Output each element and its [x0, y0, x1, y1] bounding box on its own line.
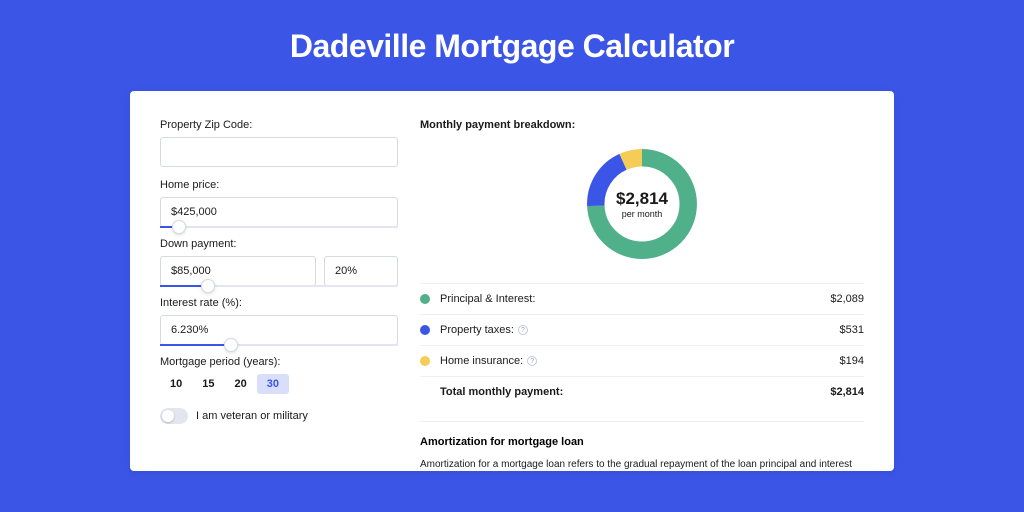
home-price-label: Home price: [160, 179, 398, 191]
period-option-30[interactable]: 30 [257, 374, 289, 394]
mortgage-period-label: Mortgage period (years): [160, 356, 398, 368]
home-price-slider[interactable] [160, 226, 398, 228]
zip-label: Property Zip Code: [160, 119, 398, 131]
legend-dot [420, 294, 430, 304]
amortization-title: Amortization for mortgage loan [420, 436, 864, 448]
zip-input[interactable] [160, 137, 398, 167]
field-down-payment: Down payment: [160, 238, 398, 287]
info-icon[interactable]: ? [527, 356, 537, 366]
breakdown-label: Home insurance: ? [440, 355, 840, 367]
donut-chart: $2,814 per month [581, 143, 703, 265]
breakdown-row-taxes: Property taxes: ? $531 [420, 314, 864, 345]
breakdown-value: $531 [840, 324, 864, 336]
breakdown-value: $2,089 [830, 293, 864, 305]
field-zip: Property Zip Code: [160, 119, 398, 167]
info-icon[interactable]: ? [518, 325, 528, 335]
field-interest-rate: Interest rate (%): [160, 297, 398, 346]
breakdown-row-principal: Principal & Interest: $2,089 [420, 283, 864, 314]
down-payment-label: Down payment: [160, 238, 398, 250]
form-column: Property Zip Code: Home price: Down paym… [160, 119, 398, 471]
down-payment-percent-input[interactable] [324, 256, 398, 286]
amortization-section: Amortization for mortgage loan Amortizat… [420, 421, 864, 471]
field-mortgage-period: Mortgage period (years): 10 15 20 30 [160, 356, 398, 394]
slider-thumb[interactable] [201, 279, 215, 293]
breakdown-total-value: $2,814 [830, 386, 864, 398]
breakdown-title: Monthly payment breakdown: [420, 119, 864, 131]
breakdown-total-label: Total monthly payment: [440, 386, 830, 398]
breakdown-value: $194 [840, 355, 864, 367]
page-title: Dadeville Mortgage Calculator [0, 0, 1024, 91]
period-option-20[interactable]: 20 [225, 374, 257, 394]
breakdown-row-insurance: Home insurance: ? $194 [420, 345, 864, 376]
veteran-label: I am veteran or military [196, 410, 308, 422]
calculator-card: Property Zip Code: Home price: Down paym… [130, 91, 894, 471]
interest-rate-slider[interactable] [160, 344, 398, 346]
down-payment-amount-input[interactable] [160, 256, 316, 286]
legend-dot [420, 325, 430, 335]
interest-rate-input[interactable] [160, 315, 398, 345]
mortgage-period-options: 10 15 20 30 [160, 374, 398, 394]
interest-rate-label: Interest rate (%): [160, 297, 398, 309]
legend-dot [420, 356, 430, 366]
down-payment-slider[interactable] [160, 285, 398, 287]
results-column: Monthly payment breakdown: $2,814 per mo… [420, 119, 864, 471]
slider-thumb[interactable] [172, 220, 186, 234]
breakdown-label-text: Home insurance: [440, 355, 523, 367]
donut-chart-wrap: $2,814 per month [420, 143, 864, 265]
breakdown-label: Property taxes: ? [440, 324, 840, 336]
donut-center: $2,814 per month [616, 189, 668, 219]
slider-thumb[interactable] [224, 338, 238, 352]
veteran-toggle[interactable] [160, 408, 188, 424]
home-price-input[interactable] [160, 197, 398, 227]
field-home-price: Home price: [160, 179, 398, 228]
period-option-10[interactable]: 10 [160, 374, 192, 394]
donut-sub: per month [616, 209, 668, 219]
amortization-text: Amortization for a mortgage loan refers … [420, 458, 864, 471]
donut-amount: $2,814 [616, 189, 668, 209]
breakdown-label-text: Property taxes: [440, 324, 514, 336]
breakdown-label: Principal & Interest: [440, 293, 830, 305]
period-option-15[interactable]: 15 [192, 374, 224, 394]
field-veteran: I am veteran or military [160, 408, 398, 424]
breakdown-row-total: Total monthly payment: $2,814 [420, 376, 864, 407]
